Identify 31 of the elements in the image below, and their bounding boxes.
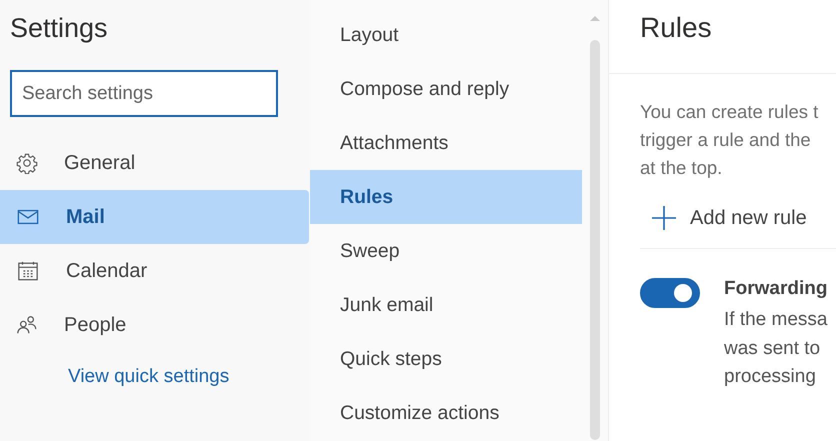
rule-description: processing <box>724 365 816 389</box>
settings-icon <box>16 152 38 174</box>
submenu-item[interactable]: Compose and reply <box>310 62 582 116</box>
submenu-item[interactable]: Junk email <box>310 278 582 332</box>
description-text: trigger a rule and the <box>640 128 811 152</box>
toggle-switch[interactable] <box>640 278 700 308</box>
rule-description: was sent to <box>724 336 820 360</box>
submenu-item[interactable]: Attachments <box>310 116 582 170</box>
rule-name: Forwarding <box>724 278 828 300</box>
scrollbar-thumb[interactable] <box>590 40 600 440</box>
submenu-item[interactable]: Quick steps <box>310 332 582 386</box>
submenu-item[interactable]: Customize actions <box>310 386 582 440</box>
nav-item[interactable]: Calendar <box>0 244 309 298</box>
quick-settings-link[interactable]: View quick settings <box>68 366 230 388</box>
plus-icon <box>652 206 676 230</box>
description-text: at the top. <box>640 156 722 180</box>
submenu-item[interactable]: Rules <box>310 170 582 224</box>
rule-description: If the messa <box>724 308 828 332</box>
settings-title: Settings <box>9 12 109 45</box>
nav-item[interactable]: Mail <box>0 190 309 244</box>
people-icon <box>16 314 38 336</box>
submenu-item[interactable]: Sweep <box>310 224 582 278</box>
search-field[interactable]: Search settings <box>10 70 278 117</box>
scroll-up-arrow-icon[interactable] <box>590 15 600 21</box>
submenu-item[interactable]: Layout <box>310 8 582 62</box>
nav-item[interactable]: General <box>0 136 309 190</box>
nav-item[interactable]: People <box>0 298 309 352</box>
add-rule-button[interactable]: Add new rule <box>640 198 819 238</box>
calendar-icon <box>16 260 40 282</box>
page-title: Rules <box>640 11 712 44</box>
description-text: You can create rules t <box>640 100 818 124</box>
